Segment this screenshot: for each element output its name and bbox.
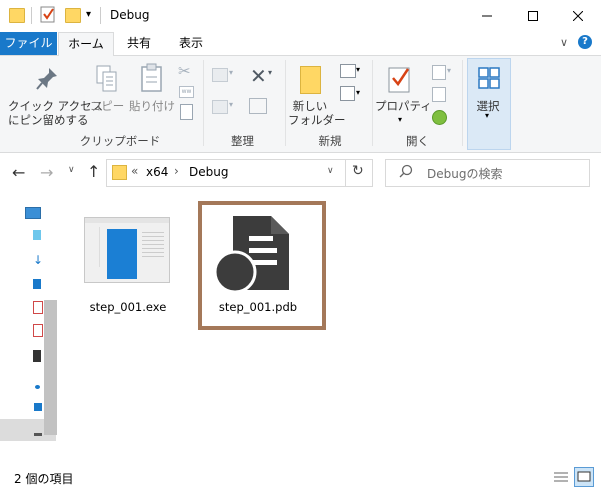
properties-button[interactable]: プロパティ — [375, 99, 432, 113]
dropdown-icon: ▾ — [268, 68, 273, 77]
recent-locations-icon[interactable]: ∨ — [68, 165, 75, 175]
ribbon: クイック アクセス にピン留めする コピー 貼り付け ✂ ww クリップボード … — [0, 56, 601, 153]
status-bar: 2 個の項目 — [0, 462, 601, 492]
ribbon-tabs: ファイル ホーム 共有 表示 ∨ ? — [0, 32, 601, 57]
edit-icon[interactable] — [432, 87, 446, 102]
title-bar: ▾ Debug — [0, 0, 601, 32]
group-separator — [285, 60, 286, 146]
copy-button[interactable]: コピー — [88, 99, 126, 113]
copy-to-icon[interactable] — [212, 100, 228, 114]
window-content-block — [107, 229, 137, 279]
refresh-icon[interactable]: ↻ — [352, 163, 364, 179]
tab-share[interactable]: 共有 — [118, 32, 160, 55]
help-icon[interactable]: ? — [578, 35, 592, 49]
drive-icon[interactable] — [34, 433, 42, 436]
collapse-ribbon-icon[interactable]: ∨ — [560, 36, 568, 49]
new-folder-label-2[interactable]: フォルダー — [288, 113, 346, 127]
window-lines — [142, 232, 164, 233]
close-button[interactable] — [555, 0, 601, 32]
dropdown-icon: ▾ — [398, 115, 403, 124]
back-arrow-icon[interactable]: ← — [12, 163, 25, 182]
minimize-button[interactable] — [464, 0, 510, 32]
dropdown-icon: ▾ — [356, 65, 361, 74]
tab-home[interactable]: ホーム — [58, 32, 114, 57]
group-separator — [372, 60, 373, 146]
search-box[interactable]: Debugの検索 — [385, 159, 590, 187]
divider — [100, 7, 101, 24]
copy-icon[interactable] — [96, 65, 118, 96]
easy-access-icon[interactable] — [340, 86, 355, 101]
nav-item-icon[interactable] — [33, 230, 41, 240]
tab-file[interactable]: ファイル — [0, 32, 57, 55]
group-separator — [203, 60, 204, 146]
refresh-button[interactable]: ↻ — [344, 159, 373, 187]
paste-shortcut-icon[interactable] — [180, 104, 193, 120]
open-icon[interactable] — [432, 65, 446, 80]
group-separator — [462, 60, 463, 146]
history-icon[interactable] — [432, 110, 447, 125]
nav-item-icon[interactable] — [33, 324, 43, 337]
dropdown-icon: ▾ — [447, 66, 452, 75]
breadcrumb-debug[interactable]: Debug — [189, 165, 228, 179]
address-dropdown-icon[interactable]: ∨ — [327, 166, 334, 176]
new-folder-icon[interactable] — [300, 66, 321, 94]
details-view-icon[interactable] — [554, 471, 568, 483]
new-group-label: 新規 — [318, 134, 342, 148]
new-folder-icon[interactable] — [65, 8, 81, 23]
onedrive-icon[interactable] — [35, 385, 40, 389]
new-item-icon[interactable] — [340, 64, 356, 78]
window-sidebar — [89, 227, 100, 267]
search-placeholder: Debugの検索 — [427, 167, 503, 181]
file-name-pdb[interactable]: step_001.pdb — [208, 300, 308, 314]
window-titlebar — [85, 218, 169, 223]
folder-icon — [112, 165, 127, 180]
new-folder-label-1[interactable]: 新しい — [288, 99, 332, 113]
move-to-icon[interactable] — [212, 68, 228, 82]
breadcrumb-separator-icon: › — [174, 164, 179, 178]
forward-arrow-icon[interactable]: → — [40, 163, 53, 182]
pin-label-1[interactable]: クイック アクセス — [8, 99, 103, 113]
breadcrumb-x64[interactable]: x64 — [146, 165, 168, 179]
paste-icon[interactable] — [140, 63, 164, 96]
divider — [31, 7, 32, 24]
tab-view[interactable]: 表示 — [170, 32, 212, 55]
window-title: Debug — [110, 8, 150, 22]
folder-icon — [9, 8, 25, 23]
dropdown-icon: ▾ — [229, 68, 234, 77]
organize-group-label: 整理 — [231, 134, 254, 148]
paste-button[interactable]: 貼り付け — [128, 99, 176, 113]
clipboard-group-label: クリップボード — [79, 134, 161, 148]
pdb-document-icon[interactable] — [213, 214, 293, 295]
dropdown-icon: ▾ — [485, 111, 490, 120]
dropdown-icon: ▾ — [356, 88, 361, 97]
large-icons-view-icon[interactable] — [574, 467, 594, 487]
rename-icon[interactable] — [249, 98, 267, 114]
pc-icon[interactable] — [25, 207, 41, 219]
open-group-label: 開く — [406, 134, 429, 148]
item-count: 2 個の項目 — [14, 472, 74, 486]
nav-scrollbar-thumb[interactable] — [44, 300, 57, 435]
copy-path-icon[interactable]: ww — [179, 86, 194, 98]
search-icon — [399, 164, 413, 181]
exe-window-icon[interactable] — [84, 217, 170, 283]
dropdown-icon: ▾ — [229, 100, 234, 109]
nav-item-icon[interactable] — [33, 301, 43, 314]
pin-icon[interactable] — [35, 66, 59, 95]
properties-icon[interactable] — [388, 64, 412, 97]
file-name-exe[interactable]: step_001.exe — [78, 300, 178, 314]
delete-icon[interactable]: ✕ — [250, 64, 267, 88]
documents-icon[interactable] — [33, 279, 41, 289]
cut-icon[interactable]: ✂ — [178, 62, 191, 80]
select-icon[interactable] — [478, 67, 500, 92]
overflow-icon[interactable]: « — [131, 164, 138, 178]
pin-label-2[interactable]: にピン留めする — [8, 113, 89, 127]
pc-icon[interactable] — [34, 403, 42, 411]
customize-qat-icon[interactable]: ▾ — [86, 9, 91, 20]
properties-check-icon[interactable] — [40, 6, 55, 23]
maximize-button[interactable] — [510, 0, 556, 32]
address-bar[interactable]: « x64 › Debug ∨ — [106, 159, 346, 187]
downloads-icon[interactable]: ↓ — [33, 253, 43, 267]
up-arrow-icon[interactable]: ↑ — [87, 162, 100, 181]
videos-icon[interactable] — [33, 350, 41, 362]
